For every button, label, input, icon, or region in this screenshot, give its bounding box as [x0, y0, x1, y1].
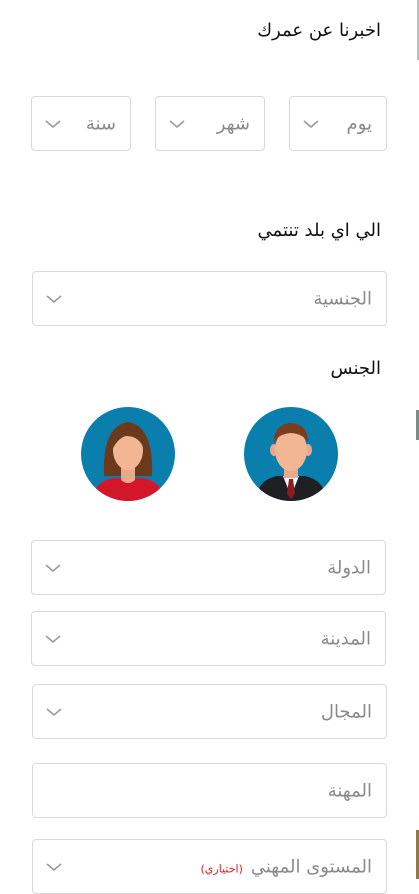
chevron-down-icon	[168, 118, 186, 130]
city-select-label: المدينة	[320, 628, 371, 649]
day-select-label: يوم	[346, 113, 372, 134]
chevron-down-icon	[44, 633, 62, 645]
profession-input[interactable]: المهنة	[32, 763, 387, 818]
nationality-section-title: الي اي بلد تنتمي	[257, 220, 381, 241]
male-avatar-icon[interactable]	[243, 406, 339, 502]
country-select[interactable]: الدولة	[31, 540, 386, 595]
profession-input-placeholder: المهنة	[327, 780, 372, 801]
age-section-title: اخبرنا عن عمرك	[257, 20, 381, 41]
nationality-select[interactable]: الجنسية	[32, 271, 387, 326]
month-select-label: شهر	[216, 113, 250, 134]
day-select[interactable]: يوم	[289, 96, 387, 151]
chevron-down-icon	[302, 118, 320, 130]
chevron-down-icon	[44, 118, 62, 130]
country-select-label: الدولة	[327, 557, 371, 578]
city-select[interactable]: المدينة	[31, 611, 386, 666]
professional-level-text: المستوى المهني	[250, 856, 372, 877]
chevron-down-icon	[44, 562, 62, 574]
chevron-down-icon	[45, 706, 63, 718]
month-select[interactable]: شهر	[155, 96, 265, 151]
optional-tag: (اختياري)	[200, 862, 243, 875]
chevron-down-icon	[45, 861, 63, 873]
gender-section-title: الجنس	[330, 358, 381, 379]
chevron-down-icon	[45, 293, 63, 305]
year-select-label: سنة	[85, 113, 116, 134]
professional-level-select[interactable]: المستوى المهني (اختياري)	[32, 839, 387, 894]
professional-level-label: المستوى المهني (اختياري)	[201, 856, 372, 877]
year-select[interactable]: سنة	[31, 96, 131, 151]
female-avatar-icon[interactable]	[80, 406, 176, 502]
field-select-label: المجال	[320, 701, 372, 722]
field-select[interactable]: المجال	[32, 684, 387, 739]
nationality-select-label: الجنسية	[313, 288, 372, 309]
